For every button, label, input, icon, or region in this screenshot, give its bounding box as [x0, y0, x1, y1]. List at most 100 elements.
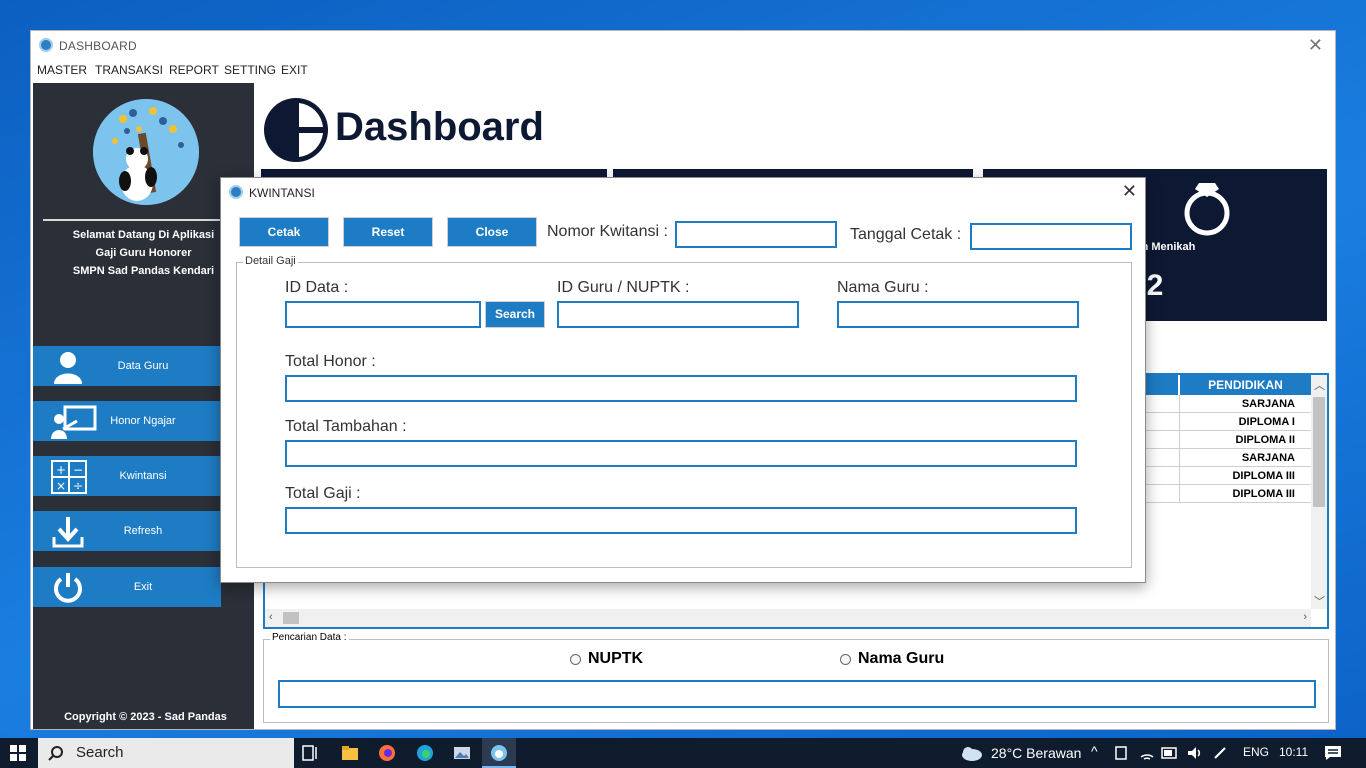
- radio-nama-guru[interactable]: Nama Guru: [840, 650, 944, 668]
- cetak-button[interactable]: Cetak: [239, 217, 329, 247]
- table-row[interactable]: DIPLOMA II: [1179, 431, 1311, 449]
- scroll-down-icon[interactable]: ﹀: [1314, 593, 1325, 609]
- meet-icon[interactable]: [1114, 745, 1128, 761]
- sidebar-item-label: Refresh: [123, 525, 163, 537]
- sidebar-item-label: Exit: [133, 581, 153, 593]
- total-tambahan-label: Total Tambahan :: [285, 418, 407, 435]
- reset-button[interactable]: Reset: [343, 217, 433, 247]
- dialog-close-icon[interactable]: ✕: [1122, 181, 1137, 202]
- total-honor-input[interactable]: [285, 375, 1077, 402]
- active-app-taskbar-button[interactable]: [482, 738, 516, 768]
- scroll-up-icon[interactable]: ︿: [1314, 377, 1325, 393]
- table-row[interactable]: SARJANA: [1179, 449, 1311, 467]
- sidebar-item-exit[interactable]: Exit: [33, 567, 221, 607]
- dialog-title: KWINTANSI: [249, 186, 315, 200]
- sidebar-item-label: Honor Ngajar: [110, 415, 176, 427]
- tanggal-cetak-input[interactable]: [970, 223, 1132, 250]
- close-button[interactable]: Close: [447, 217, 537, 247]
- radio-circle-icon: [840, 653, 851, 665]
- sidebar-item-data-guru[interactable]: Data Guru: [33, 346, 221, 386]
- window-title: DASHBOARD: [59, 39, 137, 53]
- tanggal-cetak-label: Tanggal Cetak :: [850, 226, 962, 243]
- calculator-icon: + −× ÷: [51, 460, 87, 494]
- horizontal-scrollbar[interactable]: ‹ ›: [265, 609, 1311, 627]
- user-icon: [54, 352, 82, 384]
- ring-icon: [1184, 183, 1230, 236]
- pen-icon[interactable]: [1212, 745, 1228, 761]
- vertical-scrollbar[interactable]: ︿ ﹀: [1311, 375, 1327, 609]
- window-titlebar: DASHBOARD ✕: [31, 31, 1335, 59]
- tray-chevron-icon[interactable]: ^: [1091, 743, 1098, 759]
- teacher-board-icon: [51, 405, 97, 439]
- window-close-icon[interactable]: ✕: [1308, 35, 1323, 56]
- battery-icon[interactable]: [1161, 746, 1179, 760]
- app-icon: [39, 38, 53, 52]
- copyright-text: Copyright © 2023 - Sad Pandas: [64, 711, 227, 723]
- svg-text:×: ×: [56, 479, 66, 493]
- horizontal-scroll-thumb[interactable]: [283, 612, 299, 624]
- volume-icon[interactable]: [1186, 745, 1204, 761]
- vertical-scroll-thumb[interactable]: [1313, 397, 1325, 507]
- radio-label: NUPTK: [588, 650, 644, 667]
- total-gaji-label: Total Gaji :: [285, 485, 361, 502]
- taskbar: Search 28°C Berawan ^ ENG 10:11: [0, 738, 1366, 768]
- id-data-label: ID Data :: [285, 279, 349, 296]
- language-indicator[interactable]: ENG: [1243, 745, 1269, 759]
- weather-text: 28°C Berawan: [991, 745, 1082, 761]
- photos-icon[interactable]: [453, 744, 471, 762]
- scroll-left-icon[interactable]: ‹: [269, 611, 273, 623]
- menu-report[interactable]: REPORT: [169, 63, 219, 77]
- taskbar-search-placeholder: Search: [76, 744, 124, 761]
- total-tambahan-input[interactable]: [285, 440, 1077, 467]
- task-view-icon[interactable]: [302, 745, 320, 761]
- menu-bar: MASTER TRANSAKSI REPORT SETTING EXIT: [31, 61, 1335, 81]
- search-input[interactable]: [278, 680, 1316, 708]
- table-row[interactable]: SARJANA: [1179, 395, 1311, 413]
- search-group: Pencarian Data : NUPTK Nama Guru: [263, 632, 1329, 723]
- clock-time[interactable]: 10:11: [1279, 745, 1308, 759]
- radio-circle-icon: [570, 653, 581, 665]
- firefox-icon[interactable]: [378, 744, 396, 762]
- search-button[interactable]: Search: [485, 301, 545, 328]
- radio-nuptk[interactable]: NUPTK: [570, 650, 643, 668]
- taskbar-search[interactable]: Search: [38, 738, 294, 768]
- menu-setting[interactable]: SETTING: [224, 63, 276, 77]
- id-guru-input[interactable]: [557, 301, 799, 328]
- id-guru-label: ID Guru / NUPTK :: [557, 279, 690, 296]
- sidebar-item-label: Data Guru: [117, 360, 169, 372]
- radio-label: Nama Guru: [858, 650, 945, 667]
- menu-exit[interactable]: EXIT: [281, 63, 308, 77]
- menu-transaksi[interactable]: TRANSAKSI: [95, 63, 163, 77]
- detail-gaji-legend: Detail Gaji: [243, 255, 298, 267]
- nomor-kwitansi-input[interactable]: [675, 221, 837, 248]
- sidebar-item-refresh[interactable]: Refresh: [33, 511, 221, 551]
- nama-guru-label: Nama Guru :: [837, 279, 929, 296]
- scroll-right-icon[interactable]: ›: [1303, 611, 1307, 623]
- sidebar-item-label: Kwintansi: [119, 470, 167, 482]
- sidebar-item-honor-ngajar[interactable]: Honor Ngajar: [33, 401, 221, 441]
- search-icon: [48, 746, 63, 761]
- kwintansi-dialog: KWINTANSI ✕ Cetak Reset Close Nomor Kwit…: [220, 177, 1146, 583]
- download-icon: [52, 517, 84, 548]
- cloud-weather-icon[interactable]: [958, 744, 984, 762]
- nama-guru-input[interactable]: [837, 301, 1079, 328]
- total-gaji-input[interactable]: [285, 507, 1077, 534]
- wifi-icon[interactable]: [1139, 745, 1155, 761]
- table-row[interactable]: DIPLOMA III: [1179, 485, 1311, 503]
- search-group-legend: Pencarian Data :: [270, 632, 349, 643]
- edge-icon[interactable]: [416, 744, 434, 762]
- svg-text:+: +: [56, 463, 66, 477]
- table-row[interactable]: DIPLOMA I: [1179, 413, 1311, 431]
- menu-master[interactable]: MASTER: [37, 63, 87, 77]
- nomor-kwitansi-label: Nomor Kwitansi :: [547, 223, 668, 240]
- sidebar-divider: [43, 219, 243, 221]
- total-honor-label: Total Honor :: [285, 353, 376, 370]
- table-header-pendidikan[interactable]: PENDIDIKAN: [1179, 375, 1311, 395]
- notification-icon[interactable]: [1324, 745, 1342, 761]
- pie-chart-icon: [264, 98, 328, 162]
- windows-start-icon[interactable]: [10, 745, 26, 761]
- id-data-input[interactable]: [285, 301, 481, 328]
- file-explorer-icon[interactable]: [341, 744, 359, 762]
- sidebar-item-kwintansi[interactable]: + − × ÷ Kwintansi: [33, 456, 221, 496]
- table-row[interactable]: DIPLOMA III: [1179, 467, 1311, 485]
